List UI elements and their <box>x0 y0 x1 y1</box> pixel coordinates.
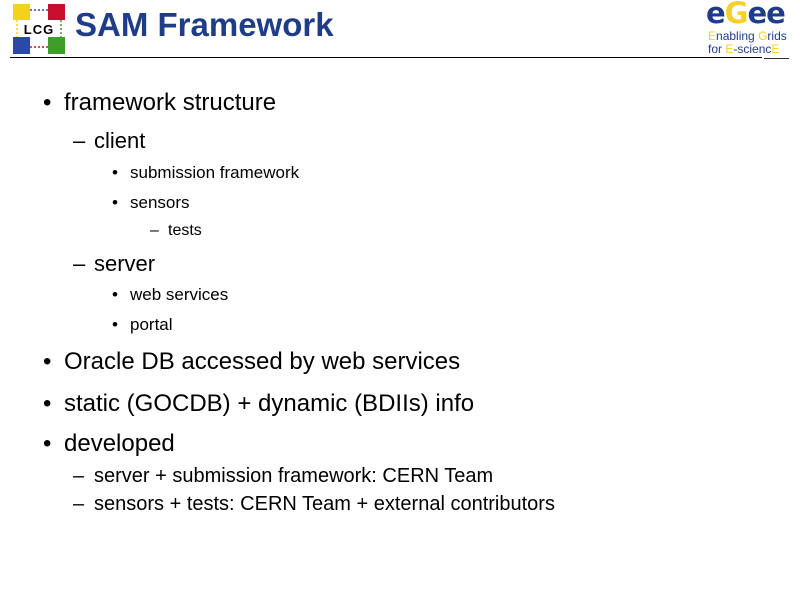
bullet-text: sensors + tests: CERN Team + external co… <box>94 493 555 515</box>
bullet-text: client <box>94 128 146 153</box>
slide-title: SAM Framework <box>75 6 334 43</box>
bullet-marker: • <box>43 390 52 417</box>
bullet-text: framework structure <box>64 89 277 116</box>
lcg-logo: LCG <box>13 4 65 54</box>
bullet-text: portal <box>130 315 173 334</box>
bullet-text: server <box>94 251 156 276</box>
bullet-marker: • <box>43 430 52 457</box>
lcg-logo-text: LCG <box>24 22 54 37</box>
bullet-marker: – <box>73 493 85 515</box>
lcg-logo-yellow-square <box>13 4 30 20</box>
bullet-text: Oracle DB accessed by web services <box>64 348 461 375</box>
egee-tagline-line2: for E-sciencE <box>708 42 780 56</box>
bullet-text: submission framework <box>130 163 300 182</box>
egee-logo: eGee Enabling Grids for E-sciencE <box>700 0 795 56</box>
header-divider-tail <box>764 58 789 59</box>
bullet-marker: • <box>43 348 52 375</box>
bullet-marker: • <box>112 285 118 304</box>
bullet-text: developed <box>64 430 175 457</box>
bullet-marker: – <box>73 128 86 153</box>
bullet-text: server + submission framework: CERN Team <box>94 465 494 487</box>
bullet-text: web services <box>130 285 229 304</box>
bullet-marker: – <box>73 465 85 487</box>
bullet-marker: • <box>112 193 118 212</box>
lcg-logo-red-square <box>48 4 65 20</box>
bullet-text: tests <box>168 222 202 239</box>
bullet-marker: – <box>73 251 86 276</box>
lcg-logo-green-square <box>48 37 65 54</box>
bullet-text: static (GOCDB) + dynamic (BDIIs) info <box>64 390 475 417</box>
bullet-marker: – <box>150 222 159 239</box>
bullet-marker: • <box>112 315 118 334</box>
header-divider <box>10 57 762 58</box>
bullet-marker: • <box>43 89 52 116</box>
egee-logo-word: eGee <box>706 0 786 30</box>
bullet-marker: • <box>112 163 118 182</box>
bullet-text: sensors <box>130 193 190 212</box>
lcg-logo-blue-square <box>13 37 30 54</box>
slide: LCG SAM Framework eGee Enabling Grids fo… <box>0 0 800 600</box>
